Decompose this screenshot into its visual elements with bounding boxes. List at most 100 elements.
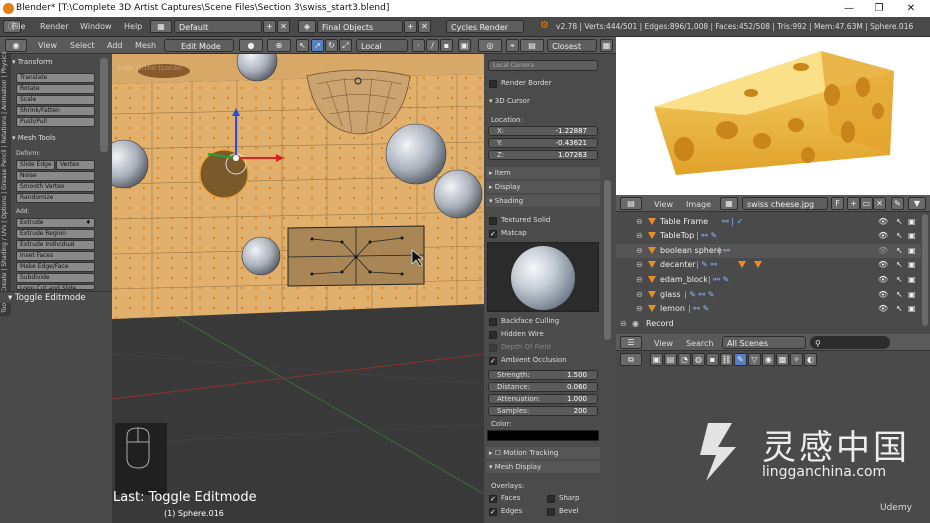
render-camera-icon[interactable]: ▣ [908, 302, 916, 316]
render-border-checkbox[interactable] [489, 80, 497, 88]
textured-solid-checkbox[interactable] [489, 217, 497, 225]
scale-button[interactable]: Scale [16, 95, 95, 105]
snap-target-select[interactable]: Closest [547, 39, 597, 52]
depth-of-field-checkbox[interactable] [489, 344, 497, 352]
minimize-button[interactable]: — [834, 0, 864, 17]
tab-relations[interactable]: Relations [1, 116, 8, 144]
outliner-row[interactable]: ⊖ decanter | ✎ ⚯ 👁 ↖ ▣ [616, 258, 921, 272]
outliner-menu-search[interactable]: Search [686, 339, 713, 348]
image-menu-view[interactable]: View [654, 200, 673, 209]
visibility-eye-icon[interactable]: 👁 [878, 302, 888, 316]
item-panel-header[interactable]: ▸ Item [486, 167, 600, 179]
scene-tab-icon[interactable]: ◔ [678, 353, 691, 366]
constraints-tab-icon[interactable]: ⛓ [720, 353, 733, 366]
unlink-image-icon[interactable]: ✕ [873, 197, 886, 210]
render-camera-icon[interactable]: ▣ [908, 258, 916, 272]
texture-tab-icon[interactable]: ▩ [776, 353, 789, 366]
mode-select[interactable]: Edit Mode [164, 39, 234, 52]
add-screen-icon[interactable]: + [263, 20, 276, 33]
mesh-display-panel-header[interactable]: ▾ Mesh Display [486, 461, 600, 473]
3d-cursor-panel-header[interactable]: ▾ 3D Cursor [489, 97, 530, 105]
render-engine-select[interactable]: Cycles Render [446, 20, 524, 33]
properties-scrollbar[interactable] [604, 180, 611, 340]
screen-layout-field[interactable]: Default [174, 20, 262, 33]
scene-icon[interactable]: ◈ [298, 20, 316, 33]
ao-color-swatch[interactable] [487, 430, 599, 441]
outliner-row[interactable]: ⊖ boolean sphere | ⚯ 👁 ↖ ▣ [616, 244, 921, 258]
extrude-individual-button[interactable]: Extrude Individual [16, 240, 95, 250]
outliner-row[interactable]: ⊖ edam_block | ⚯ ✎ 👁 ↖ ▣ [616, 273, 921, 287]
scene-field[interactable]: Final Objects [317, 20, 403, 33]
particles-tab-icon[interactable]: ✧ [790, 353, 803, 366]
visibility-eye-icon[interactable]: 👁 [878, 258, 888, 272]
vertex-select-icon[interactable]: · [412, 39, 425, 52]
local-camera-field[interactable]: Local Camera [488, 60, 598, 71]
image-menu-image[interactable]: Image [686, 200, 711, 209]
image-name-field[interactable]: swiss cheese.jpg [742, 197, 828, 210]
shrink-fatten-button[interactable]: Shrink/Fatten [16, 106, 95, 116]
fake-user-button[interactable]: F [831, 197, 844, 210]
ao-samples-field[interactable]: Samples: 200 [488, 406, 598, 416]
bevel-checkbox[interactable] [547, 508, 555, 516]
ao-distance-field[interactable]: Distance: 0.060 [488, 382, 598, 392]
push-pull-button[interactable]: Push/Pull [16, 117, 95, 127]
snap-toggle-icon[interactable]: ⌖ [506, 39, 519, 52]
select-arrow-icon[interactable]: ↖ [896, 229, 903, 243]
face-select-icon[interactable]: ▪ [440, 39, 453, 52]
select-arrow-icon[interactable]: ↖ [896, 244, 903, 258]
tab-shading-uvs[interactable]: Shading / UVs [1, 225, 8, 267]
loop-cut-button[interactable]: Loop Cut and Slide [16, 284, 95, 290]
edges-checkbox[interactable]: ✓ [489, 508, 497, 516]
render-camera-icon[interactable]: ▣ [908, 273, 916, 287]
menu-window[interactable]: Window [80, 22, 112, 31]
menu-file[interactable]: File [12, 22, 25, 31]
tab-animation[interactable]: Animation [1, 79, 8, 110]
remove-screen-icon[interactable]: ✕ [277, 20, 290, 33]
render-camera-icon[interactable]: ▣ [908, 229, 916, 243]
rotate-button[interactable]: Rotate [16, 84, 95, 94]
backface-culling-checkbox[interactable] [489, 318, 497, 326]
outliner-item-lemon[interactable]: lemon [660, 302, 685, 316]
object-tab-icon[interactable]: ▪ [706, 353, 719, 366]
image-browse-icon[interactable]: ▦ [720, 197, 738, 210]
render-tab-icon[interactable]: ▣ [650, 353, 663, 366]
display-mode-select[interactable]: All Scenes [722, 336, 806, 349]
pivot-icon[interactable]: ⊕ [267, 39, 291, 52]
noise-button[interactable]: Noise [16, 171, 95, 181]
outliner-row[interactable]: ⊖ lemon | ⚯ ✎ 👁 ↖ ▣ [616, 302, 921, 316]
outliner-scrollbar[interactable] [922, 214, 928, 326]
outliner-item-edam-block[interactable]: edam_block [660, 273, 708, 287]
extrude-select[interactable]: Extrude ♦ [16, 218, 95, 228]
ao-attenuation-field[interactable]: Attenuation: 1.000 [488, 394, 598, 404]
rotate-manipulator-icon[interactable]: ↻ [325, 39, 338, 52]
tab-options[interactable]: Options [1, 196, 8, 219]
slide-edge-button[interactable]: Slide Edge [16, 160, 55, 170]
render-camera-icon[interactable]: ▣ [908, 288, 916, 302]
pin-icon[interactable]: ✎ [891, 197, 904, 210]
outliner-search-input[interactable]: ⚲ [810, 336, 890, 349]
restore-button[interactable]: ❐ [864, 0, 894, 17]
outliner-item-table-frame[interactable]: Table Frame [660, 215, 708, 229]
outliner-menu-view[interactable]: View [654, 339, 673, 348]
cursor-y-field[interactable]: Y: -0.43621 [488, 138, 598, 148]
visibility-eye-icon[interactable]: 👁 [878, 229, 888, 243]
tab-create[interactable]: Create [1, 272, 8, 292]
ambient-occlusion-checkbox[interactable]: ✓ [489, 357, 497, 365]
menu-render[interactable]: Render [40, 22, 68, 31]
view3d-editor-icon[interactable]: ◉ [5, 39, 27, 52]
select-arrow-icon[interactable]: ↖ [896, 273, 903, 287]
orientation-select[interactable]: Local [356, 39, 408, 52]
scale-manipulator-icon[interactable]: ⤢ [339, 39, 352, 52]
render-camera-icon[interactable]: ▣ [908, 215, 916, 229]
manipulator-icon[interactable]: ↖ [296, 39, 309, 52]
outliner-editor-type-icon[interactable]: ☰ [620, 336, 642, 349]
proportional-edit-icon[interactable]: ◎ [478, 39, 502, 52]
cursor-z-field[interactable]: Z: 1.07263 [488, 150, 598, 160]
menu-view[interactable]: View [38, 41, 57, 50]
outliner-item-boolean-sphere[interactable]: boolean sphere [660, 244, 722, 258]
remove-scene-icon[interactable]: ✕ [418, 20, 431, 33]
properties-editor-type-icon[interactable]: ⧉ [620, 353, 642, 366]
viewport-shading-icon[interactable]: ● [239, 39, 263, 52]
outliner-row[interactable]: ⊖ Table Frame ⚯ | ✓ 👁 ↖ ▣ [616, 215, 921, 229]
inset-faces-button[interactable]: Inset Faces [16, 251, 95, 261]
